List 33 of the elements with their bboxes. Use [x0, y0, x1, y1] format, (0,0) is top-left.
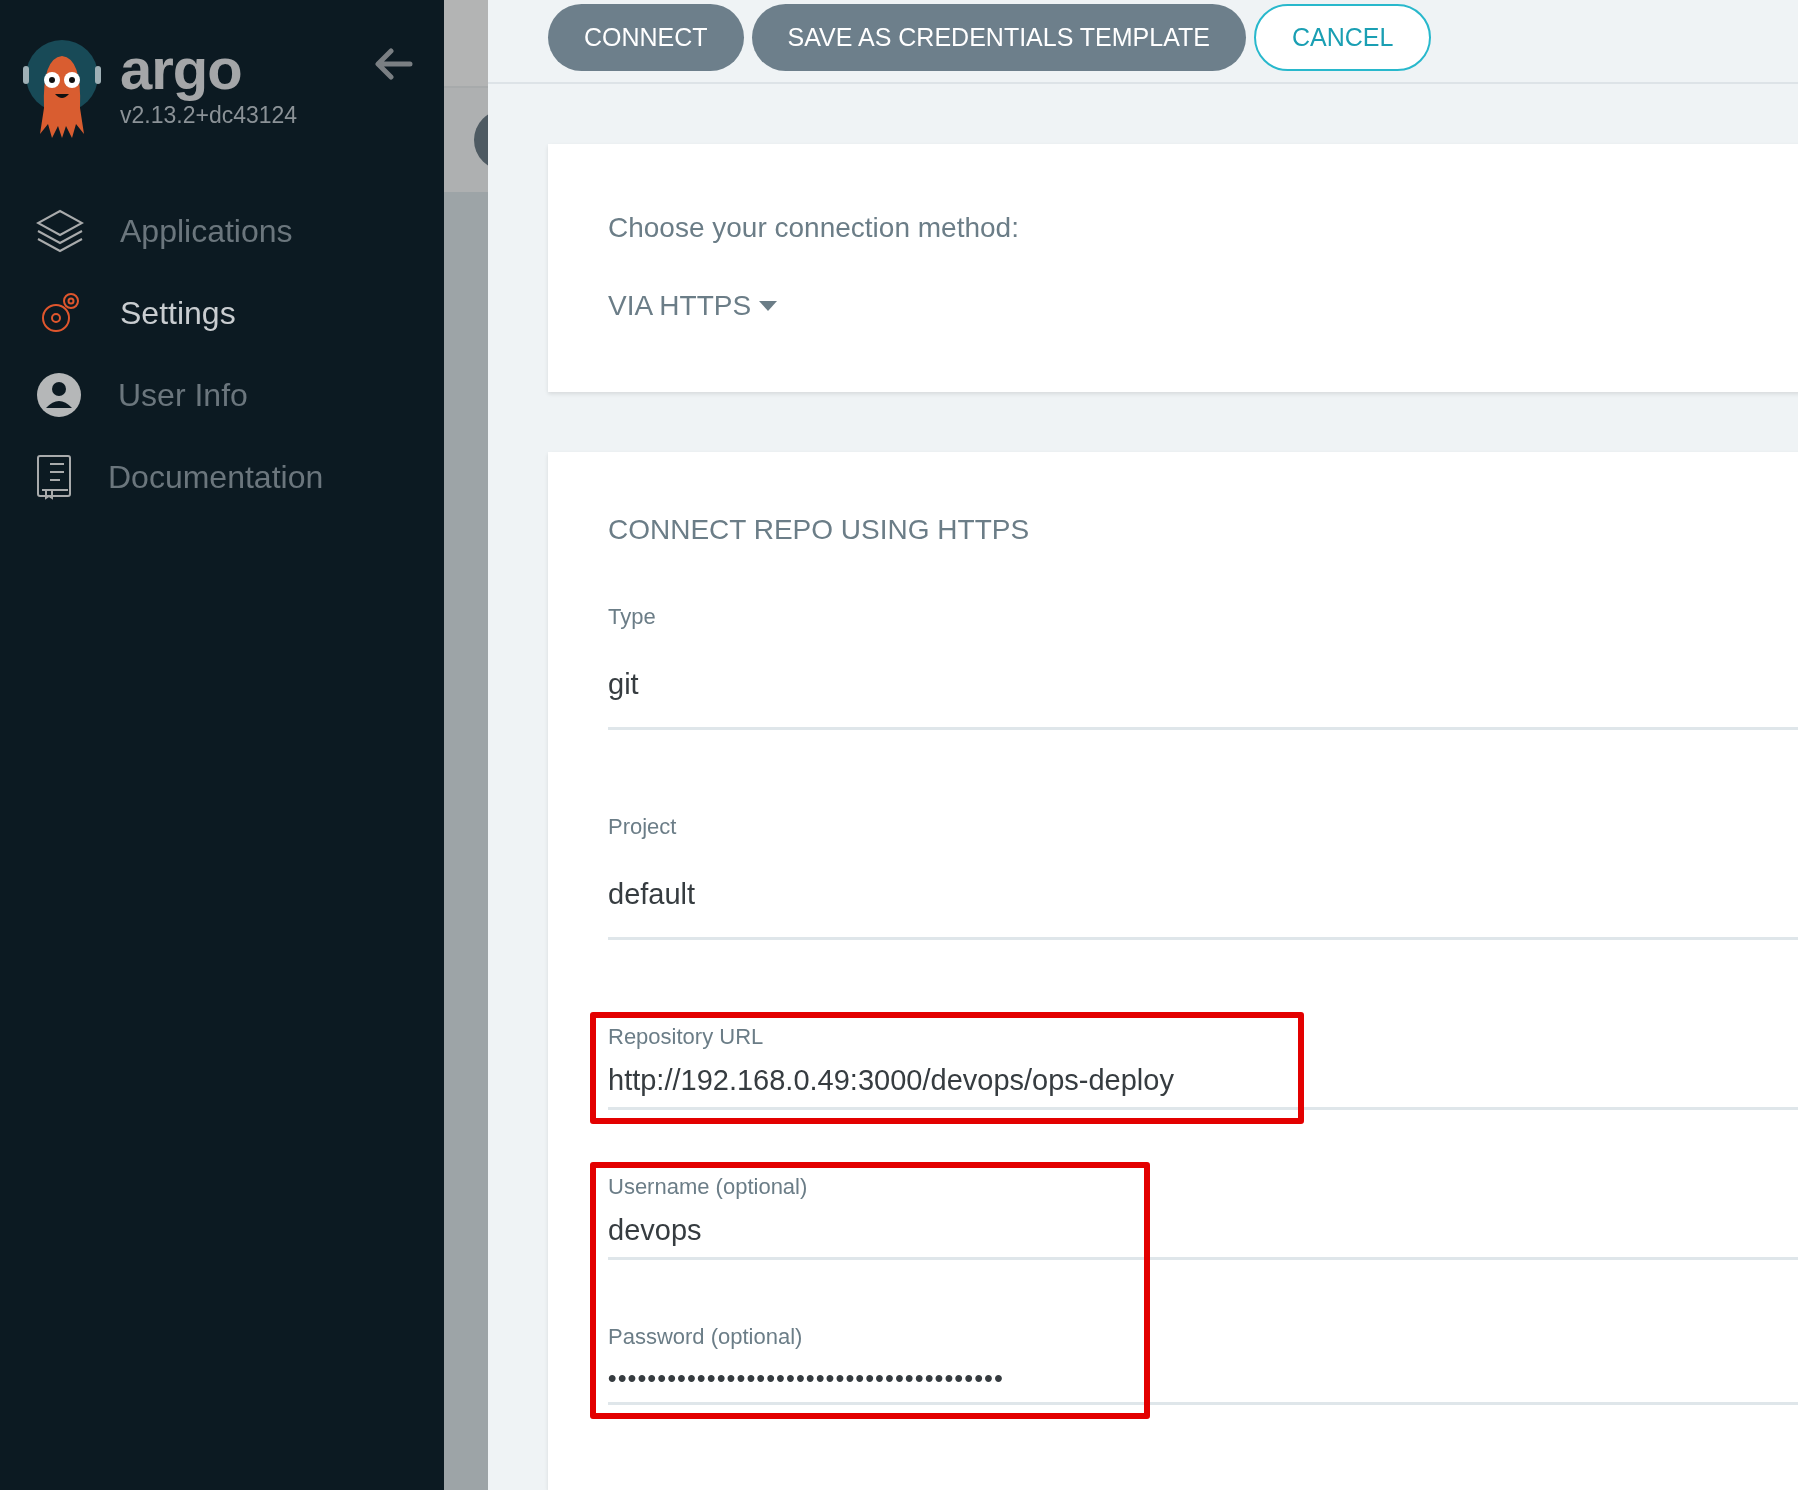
form-field[interactable]: Repository URL http://192.168.0.49:3000/devops/ops-deploy — [608, 1024, 1798, 1110]
form-field[interactable]: Type git — [608, 604, 1798, 730]
nav-item[interactable]: Documentation — [0, 444, 444, 510]
form-field[interactable]: Project default — [608, 814, 1798, 940]
field-value: git — [608, 667, 640, 702]
field-label: Type — [608, 604, 657, 630]
nav-item[interactable]: Applications — [0, 198, 444, 264]
cancel-button[interactable]: CANCEL — [1253, 4, 1432, 71]
field-label: Repository URL — [608, 1024, 765, 1050]
field-value: default — [608, 877, 697, 912]
field-label: Project — [608, 814, 678, 840]
form-title: CONNECT REPO USING HTTPS — [608, 514, 1031, 546]
form-field[interactable]: Username (optional) devops — [608, 1174, 1798, 1260]
document-icon — [36, 454, 72, 500]
field-label: Password (optional) — [608, 1324, 804, 1350]
layers-icon — [36, 207, 84, 255]
field-value: http://192.168.0.49:3000/devops/ops-deploy — [608, 1063, 1175, 1098]
octopus-logo-icon — [22, 38, 102, 140]
action-button[interactable]: CONNECT — [548, 4, 744, 71]
back-arrow-icon[interactable] — [375, 48, 414, 80]
nav-item[interactable]: User Info — [0, 362, 444, 428]
method-prompt: Choose your connection method: — [608, 212, 1020, 244]
nav-item[interactable]: Settings — [0, 280, 444, 346]
version-text: v2.13.2+dc43124 — [120, 102, 298, 129]
user-icon — [36, 372, 82, 418]
field-value: •••••••••••••••••••••••••••••••••••••••• — [608, 1363, 1006, 1393]
field-value: devops — [608, 1213, 703, 1248]
caret-icon — [759, 301, 778, 311]
method-dropdown[interactable]: VIA HTTPS — [608, 290, 778, 322]
brand-wordmark: argo — [120, 38, 243, 100]
action-button[interactable]: SAVE AS CREDENTIALS TEMPLATE — [751, 4, 1246, 71]
field-label: Username (optional) — [608, 1174, 809, 1200]
form-field[interactable]: Password (optional) •••••••••••••••••••••••••••••••••••••••• — [608, 1324, 1798, 1405]
